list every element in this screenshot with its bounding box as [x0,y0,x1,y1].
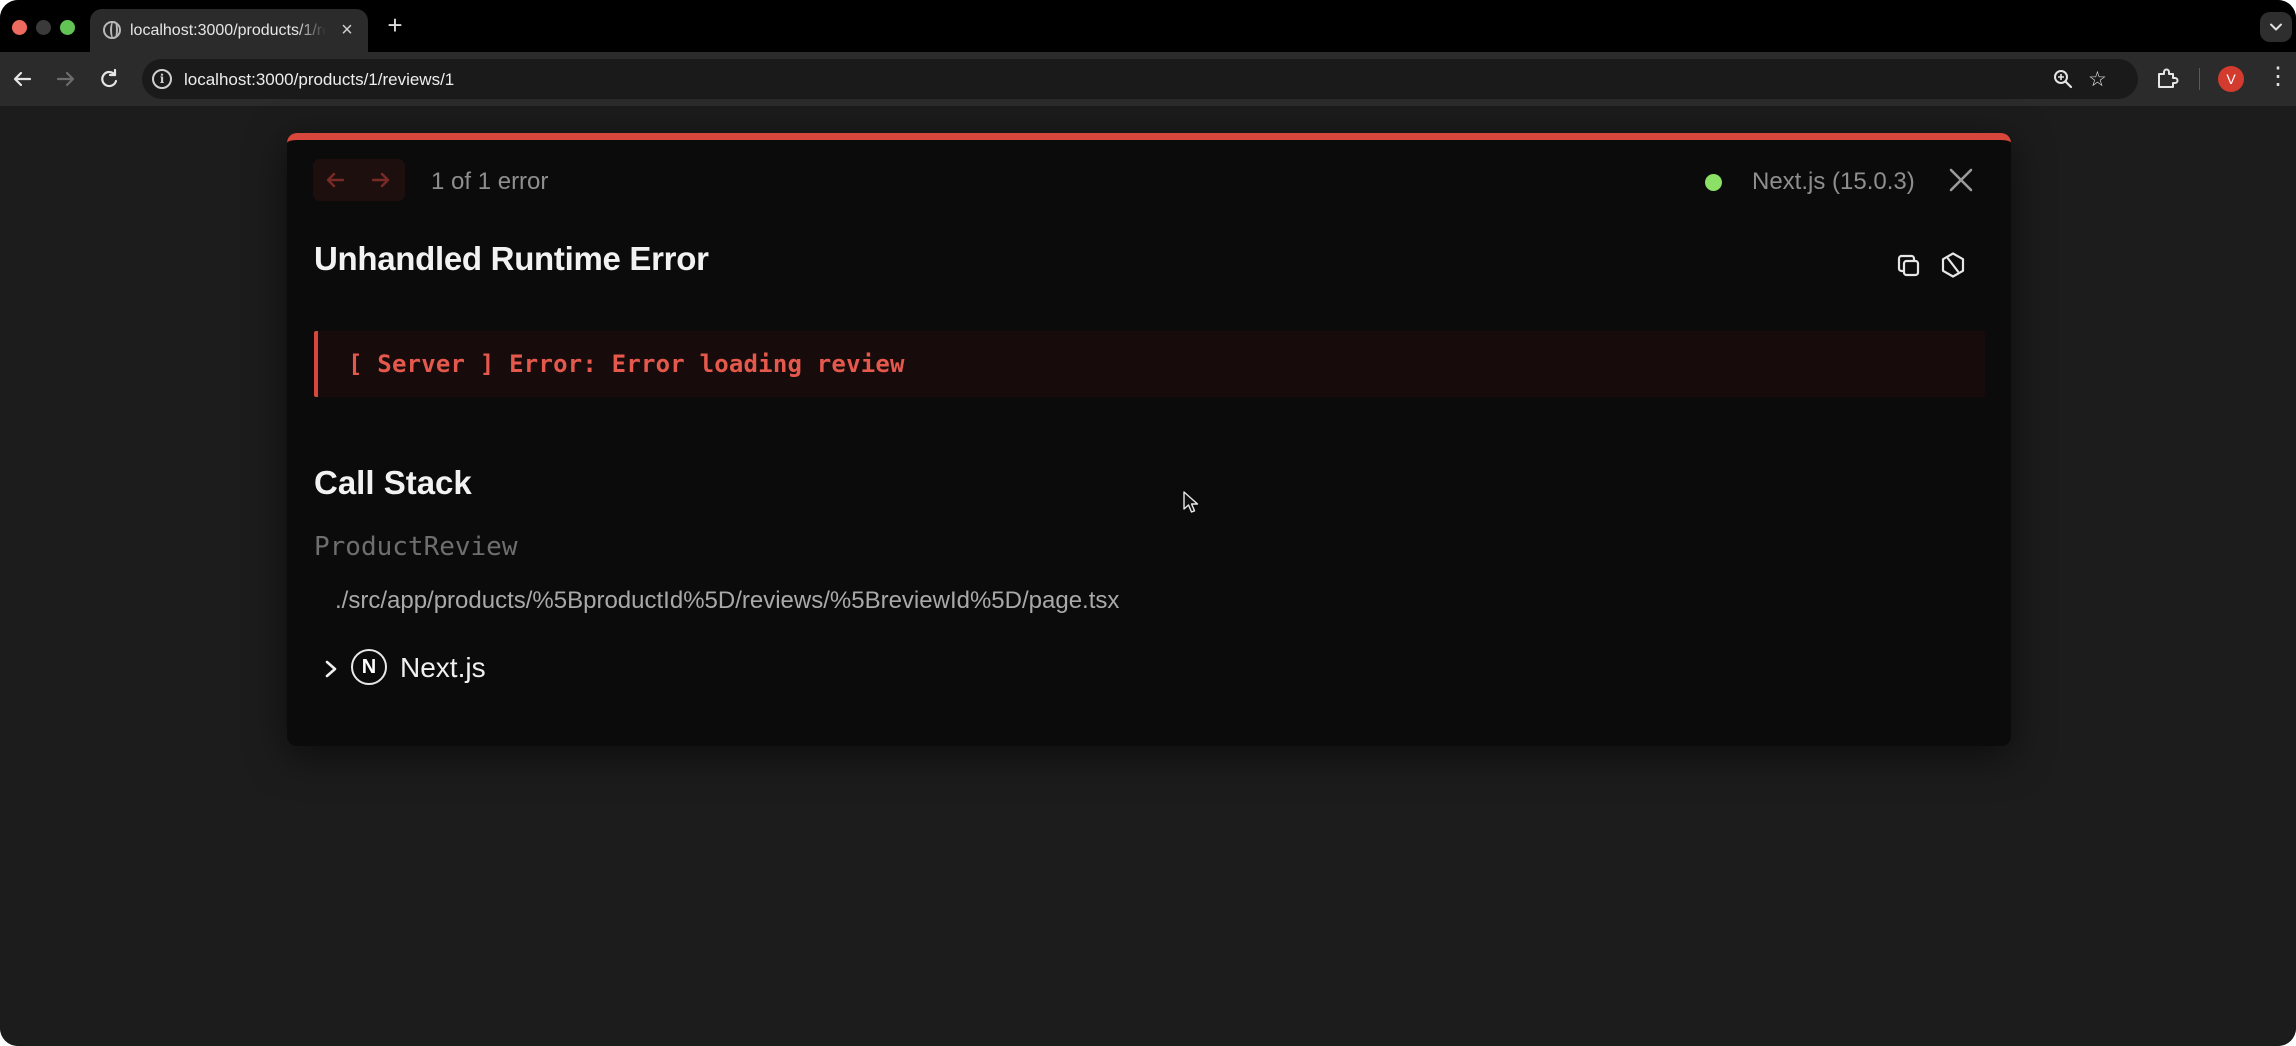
chevron-down-icon [2270,23,2282,31]
previous-error-button[interactable] [323,168,347,192]
copy-error-button[interactable] [1895,252,1923,285]
close-icon [1949,168,1973,192]
chevron-right-icon [324,659,338,684]
maximize-window-button[interactable] [60,20,75,35]
url-text[interactable]: localhost:3000/products/1/reviews/1 [184,70,454,90]
error-message: [ Server ] Error: Error loading review [348,350,905,378]
browser-menu-icon[interactable]: ⋮ [2266,65,2290,92]
new-tab-button[interactable]: + [382,12,408,38]
error-overlay-dialog: 1 of 1 error Next.js (15.0.3) Unhandled … [287,133,2011,746]
call-stack-heading: Call Stack [314,464,472,501]
page-viewport: 1 of 1 error Next.js (15.0.3) Unhandled … [0,106,2296,1046]
reload-button[interactable] [96,66,122,92]
extensions-puzzle-icon[interactable] [2154,66,2180,97]
arrow-left-icon [326,172,345,188]
error-count-label: 1 of 1 error [431,168,549,195]
tab-title: localhost:3000/products/1/reviews/1 [130,22,326,39]
forward-button[interactable] [52,66,78,92]
tab-search-button[interactable] [2260,12,2292,42]
mouse-cursor-icon [1182,490,1200,519]
nextjs-logo-icon: N [351,649,387,685]
close-window-button[interactable] [12,20,27,35]
open-in-editor-button[interactable] [1939,251,1967,284]
stack-frame-function: ProductReview [314,532,518,562]
error-title: Unhandled Runtime Error [314,240,709,277]
copy-icon [1897,254,1920,277]
tab-close-icon[interactable]: × [336,19,358,41]
address-bar[interactable]: i localhost:3000/products/1/reviews/1 ☆ [142,59,2138,99]
back-button[interactable] [10,66,36,92]
zoom-icon[interactable] [2052,68,2074,95]
hexagon-icon [1941,252,1965,278]
browser-tab[interactable]: localhost:3000/products/1/reviews/1 × [90,9,368,52]
error-message-box: [ Server ] Error: Error loading review [314,331,1985,397]
nextjs-frames-toggle[interactable]: N Next.js [314,648,514,688]
stack-frame-file-link[interactable]: ./src/app/products/%5BproductId%5D/revie… [335,587,1119,615]
nextjs-frames-label: Next.js [400,652,486,683]
arrow-left-icon [13,71,32,87]
site-info-icon[interactable]: i [152,69,172,89]
browser-toolbar: i localhost:3000/products/1/reviews/1 ☆ … [0,52,2296,106]
profile-avatar[interactable]: V [2218,66,2244,92]
globe-icon [103,21,121,39]
tab-strip: localhost:3000/products/1/reviews/1 × + [0,0,2296,52]
next-error-button[interactable] [369,168,393,192]
close-overlay-button[interactable] [1947,166,1975,199]
minimize-window-button[interactable] [36,20,51,35]
toolbar-divider [2199,68,2200,90]
bookmark-star-icon[interactable]: ☆ [2088,67,2107,92]
reload-icon [101,68,118,88]
nextjs-version-label: Next.js (15.0.3) [1752,168,1915,195]
arrow-right-icon [56,71,75,87]
build-status-indicator [1705,174,1722,191]
error-pagination-controls [313,159,405,201]
arrow-right-icon [371,172,390,188]
browser-window: localhost:3000/products/1/reviews/1 × + [0,0,2296,1046]
